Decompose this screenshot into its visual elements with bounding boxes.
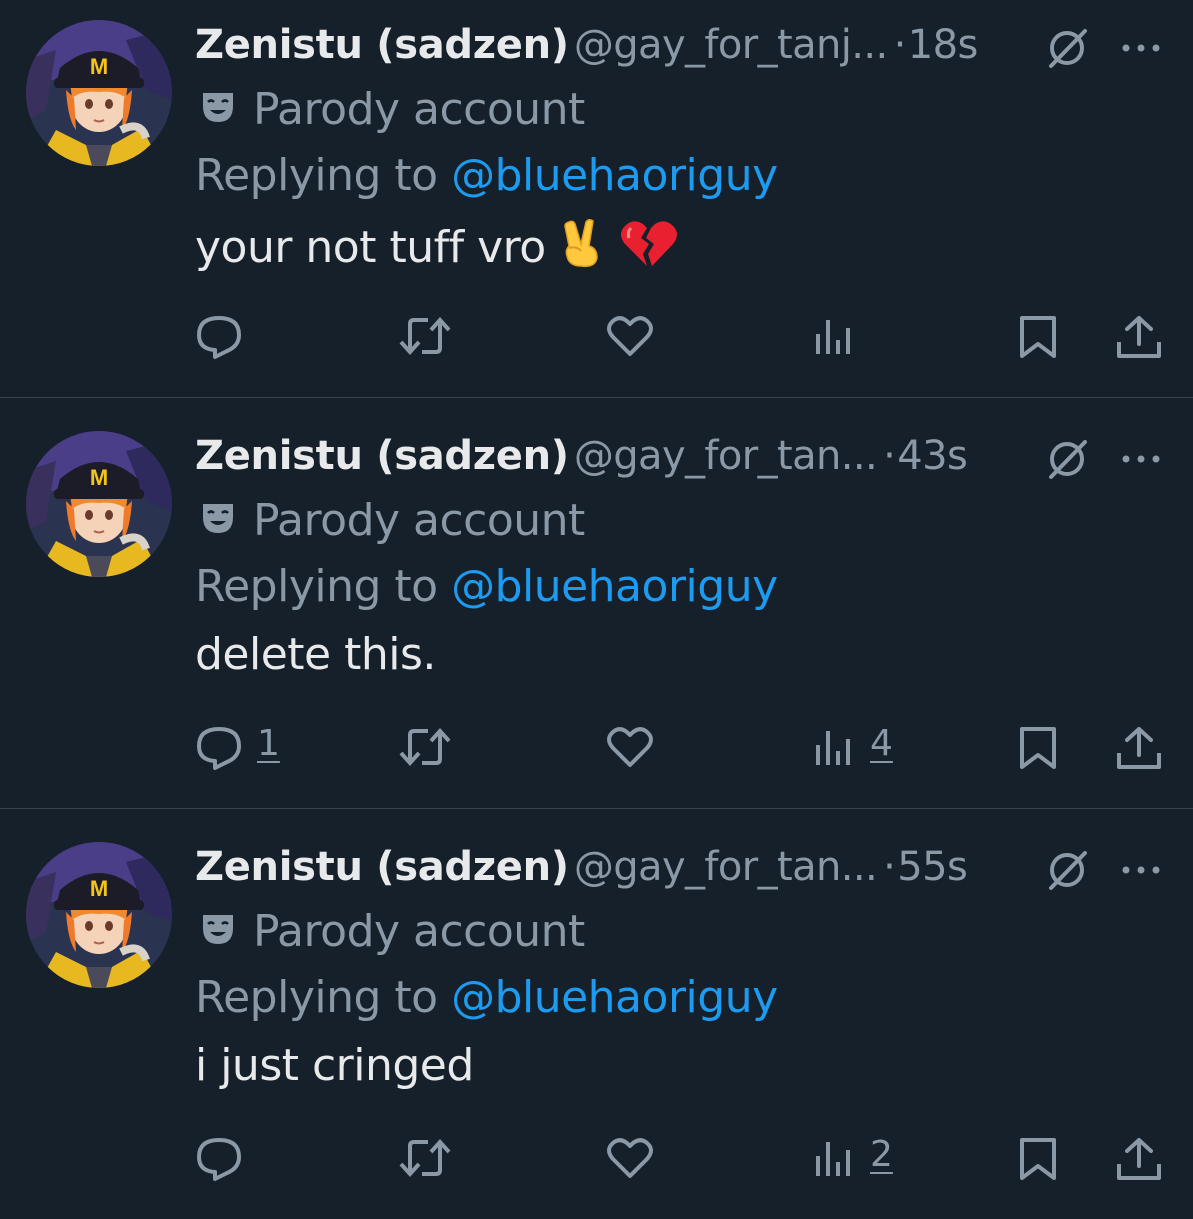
retweet-icon bbox=[399, 317, 451, 355]
replying-to-label: Replying to bbox=[195, 561, 438, 612]
views-count: 2 bbox=[870, 1134, 893, 1175]
tweet-header: Zenistu (sadzen) @gay_for_tanj... ·18s bbox=[195, 22, 1085, 70]
tweet-actions: 1 4 bbox=[0, 717, 1193, 777]
reply-button[interactable]: 1 bbox=[195, 717, 285, 777]
views-button[interactable]: 4 bbox=[812, 717, 902, 777]
views-button[interactable]: 2 bbox=[812, 1128, 902, 1188]
like-icon bbox=[607, 316, 653, 356]
reply-icon bbox=[197, 727, 241, 770]
reply-button[interactable] bbox=[195, 306, 275, 366]
parody-mask-icon bbox=[203, 93, 233, 122]
display-name[interactable]: Zenistu (sadzen) bbox=[195, 433, 569, 479]
tweet-text: your not tuff vro bbox=[195, 218, 679, 273]
bookmark-button[interactable] bbox=[1016, 1128, 1062, 1188]
tweet[interactable]: M Zenistu (sadzen) @gay_for_tanj... ·18s … bbox=[0, 0, 1193, 397]
reply-handle-link[interactable]: @bluehaoriguy bbox=[451, 561, 778, 612]
share-icon bbox=[1117, 1138, 1161, 1180]
replying-to: Replying to @bluehaoriguy bbox=[195, 972, 778, 1023]
tweet-header: Zenistu (sadzen) @gay_for_tan... ·55s bbox=[195, 844, 1085, 892]
user-handle[interactable]: @gay_for_tanj... bbox=[574, 22, 888, 68]
avatar[interactable]: M bbox=[26, 842, 172, 988]
display-name[interactable]: Zenistu (sadzen) bbox=[195, 844, 569, 890]
views-button[interactable] bbox=[812, 306, 902, 366]
bookmark-icon bbox=[1020, 1138, 1056, 1180]
separator-dot: · bbox=[883, 844, 896, 890]
bookmark-icon bbox=[1020, 727, 1056, 769]
mute-icon[interactable] bbox=[1045, 437, 1089, 481]
like-button[interactable] bbox=[605, 1128, 665, 1188]
parody-label: Parody account bbox=[253, 906, 585, 957]
tweet-header: Zenistu (sadzen) @gay_for_tan... ·43s bbox=[195, 433, 1085, 481]
retweet-button[interactable] bbox=[398, 306, 458, 366]
avatar[interactable]: M bbox=[26, 20, 172, 166]
retweet-icon bbox=[399, 1139, 451, 1177]
share-icon bbox=[1117, 727, 1161, 769]
share-icon bbox=[1117, 316, 1161, 358]
parody-mask-icon bbox=[203, 504, 233, 533]
share-button[interactable] bbox=[1115, 306, 1165, 366]
parody-label: Parody account bbox=[253, 84, 585, 135]
retweet-icon bbox=[399, 728, 451, 766]
avatar[interactable]: M bbox=[26, 431, 172, 577]
reply-button[interactable] bbox=[195, 1128, 275, 1188]
parody-label: Parody account bbox=[253, 495, 585, 546]
mute-icon[interactable] bbox=[1045, 848, 1089, 892]
share-button[interactable] bbox=[1115, 1128, 1165, 1188]
like-button[interactable] bbox=[605, 306, 665, 366]
tweet-time[interactable]: 55s bbox=[897, 844, 968, 890]
views-icon bbox=[816, 320, 850, 354]
reply-icon bbox=[197, 1138, 241, 1181]
svg-text:M: M bbox=[90, 465, 108, 490]
parody-mask-icon bbox=[203, 915, 233, 944]
more-icon[interactable] bbox=[1118, 860, 1164, 880]
like-icon bbox=[607, 1138, 653, 1178]
replying-to: Replying to @bluehaoriguy bbox=[195, 561, 778, 612]
tweet-time[interactable]: 18s bbox=[908, 22, 979, 68]
tweet-text-content: i just cringed bbox=[195, 1040, 474, 1091]
more-icon[interactable] bbox=[1118, 449, 1164, 469]
replying-to: Replying to @bluehaoriguy bbox=[195, 150, 778, 201]
reply-count: 1 bbox=[257, 723, 280, 764]
tweet-time[interactable]: 43s bbox=[897, 433, 968, 479]
more-icon[interactable] bbox=[1118, 38, 1164, 58]
tweet-text-content: your not tuff vro bbox=[195, 222, 546, 273]
like-icon bbox=[607, 727, 653, 767]
bookmark-icon bbox=[1020, 316, 1056, 358]
display-name[interactable]: Zenistu (sadzen) bbox=[195, 22, 569, 68]
views-count: 4 bbox=[870, 723, 893, 764]
reply-handle-link[interactable]: @bluehaoriguy bbox=[451, 150, 778, 201]
replying-to-label: Replying to bbox=[195, 150, 438, 201]
separator-dot: · bbox=[893, 22, 907, 68]
svg-text:M: M bbox=[90, 876, 108, 901]
user-handle[interactable]: @gay_for_tan... bbox=[574, 844, 878, 890]
like-button[interactable] bbox=[605, 717, 665, 777]
svg-text:M: M bbox=[90, 54, 108, 79]
bookmark-button[interactable] bbox=[1016, 306, 1062, 366]
separator-dot: · bbox=[883, 433, 896, 479]
broken-heart-emoji bbox=[620, 221, 677, 266]
bookmark-button[interactable] bbox=[1016, 717, 1062, 777]
tweet-text: delete this. bbox=[195, 629, 436, 680]
tweet[interactable]: M Zenistu (sadzen) @gay_for_tan... ·43s P… bbox=[0, 397, 1193, 808]
tweet-text-content: delete this. bbox=[195, 629, 436, 680]
user-handle[interactable]: @gay_for_tan... bbox=[574, 433, 878, 479]
views-icon bbox=[816, 731, 850, 765]
share-button[interactable] bbox=[1115, 717, 1165, 777]
tweet[interactable]: M Zenistu (sadzen) @gay_for_tan... ·55s P… bbox=[0, 808, 1193, 1219]
victory-hand-emoji bbox=[564, 218, 598, 268]
replying-to-label: Replying to bbox=[195, 972, 438, 1023]
tweet-actions: 2 bbox=[0, 1128, 1193, 1188]
reply-handle-link[interactable]: @bluehaoriguy bbox=[451, 972, 778, 1023]
views-icon bbox=[816, 1142, 850, 1176]
reply-icon bbox=[197, 316, 241, 359]
retweet-button[interactable] bbox=[398, 717, 458, 777]
tweet-text: i just cringed bbox=[195, 1040, 474, 1091]
tweet-actions bbox=[0, 306, 1193, 366]
mute-icon[interactable] bbox=[1045, 26, 1089, 70]
retweet-button[interactable] bbox=[398, 1128, 458, 1188]
